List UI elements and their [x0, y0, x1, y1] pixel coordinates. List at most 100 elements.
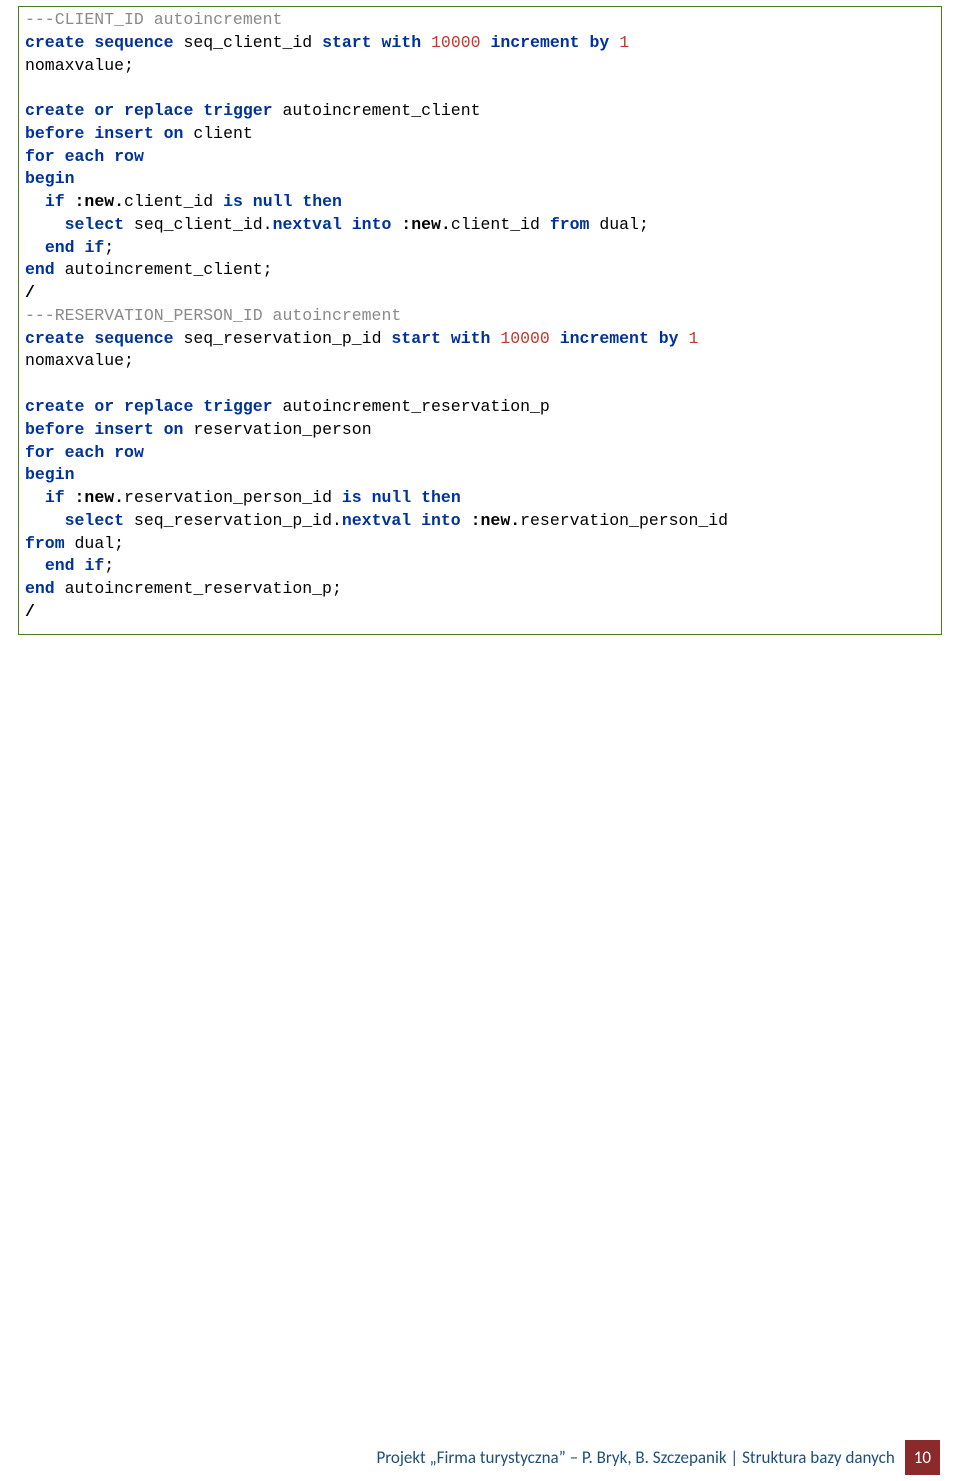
code-line: if :new.reservation_person_id is null th…: [25, 487, 935, 510]
code-token: begin: [25, 465, 75, 484]
code-token: if: [45, 192, 65, 211]
code-token: into: [421, 511, 461, 530]
code-token: [421, 33, 431, 52]
code-line: /: [25, 282, 935, 305]
code-token: [342, 215, 352, 234]
code-token: for: [25, 147, 55, 166]
code-token: null: [372, 488, 412, 507]
code-token: 10000: [500, 329, 550, 348]
footer-text: Projekt „Firma turystyczna” – P. Bryk, B…: [366, 1440, 904, 1475]
code-token: seq_reservation_p_id.: [124, 511, 342, 530]
code-token: /: [25, 602, 35, 621]
code-token: :new.: [471, 511, 521, 530]
code-token: [55, 443, 65, 462]
code-token: create: [25, 33, 84, 52]
code-token: autoincrement_reservation_p;: [55, 579, 342, 598]
code-line: create sequence seq_reservation_p_id sta…: [25, 328, 935, 351]
code-token: end: [45, 556, 75, 575]
code-token: from: [25, 534, 65, 553]
code-token: ---RESERVATION_PERSON_ID autoincrement: [25, 306, 401, 325]
code-token: on: [164, 124, 184, 143]
code-token: by: [659, 329, 679, 348]
code-token: [154, 420, 164, 439]
code-token: :new.: [75, 192, 125, 211]
code-token: sequence: [94, 33, 173, 52]
code-line: end if;: [25, 555, 935, 578]
code-token: [679, 329, 689, 348]
code-token: dual;: [65, 534, 124, 553]
code-token: client_id: [124, 192, 223, 211]
code-line: begin: [25, 464, 935, 487]
code-token: dual;: [589, 215, 648, 234]
code-token: autoincrement_client;: [55, 260, 273, 279]
code-token: [362, 488, 372, 507]
code-token: start: [391, 329, 441, 348]
code-token: insert: [94, 124, 153, 143]
code-line: before insert on reservation_person: [25, 419, 935, 442]
code-token: [391, 215, 401, 234]
code-token: before: [25, 420, 84, 439]
code-line: nomaxvalue;: [25, 350, 935, 373]
code-token: increment: [560, 329, 649, 348]
code-token: if: [84, 556, 104, 575]
code-line: end autoincrement_client;: [25, 259, 935, 282]
code-token: ;: [104, 238, 114, 257]
code-token: [481, 33, 491, 52]
code-token: ---CLIENT_ID autoincrement: [25, 10, 282, 29]
code-token: [104, 443, 114, 462]
code-line: end if;: [25, 237, 935, 260]
code-line: ---CLIENT_ID autoincrement: [25, 9, 935, 32]
code-token: create: [25, 329, 84, 348]
code-token: if: [84, 238, 104, 257]
code-token: [25, 192, 45, 211]
code-token: replace: [124, 397, 193, 416]
code-token: insert: [94, 420, 153, 439]
code-token: [75, 556, 85, 575]
code-token: [84, 124, 94, 143]
code-token: replace: [124, 101, 193, 120]
code-token: [193, 101, 203, 120]
code-line: begin: [25, 168, 935, 191]
code-token: row: [114, 443, 144, 462]
code-token: or: [94, 101, 114, 120]
code-token: [550, 329, 560, 348]
code-token: [84, 420, 94, 439]
page-content: ---CLIENT_ID autoincrement create sequenc…: [0, 0, 960, 635]
code-token: end: [25, 579, 55, 598]
code-token: increment: [490, 33, 579, 52]
code-token: row: [114, 147, 144, 166]
code-token: :new.: [75, 488, 125, 507]
code-token: create: [25, 101, 84, 120]
code-token: [649, 329, 659, 348]
code-token: [292, 192, 302, 211]
code-token: on: [164, 420, 184, 439]
code-token: trigger: [203, 397, 272, 416]
code-token: [411, 511, 421, 530]
code-line: for each row: [25, 442, 935, 465]
code-token: end: [25, 260, 55, 279]
code-token: 1: [689, 329, 699, 348]
code-line: nomaxvalue;: [25, 55, 935, 78]
code-line: for each row: [25, 146, 935, 169]
code-token: 1: [619, 33, 629, 52]
code-token: is: [342, 488, 362, 507]
code-token: null: [253, 192, 293, 211]
code-token: then: [421, 488, 461, 507]
code-line: from dual;: [25, 533, 935, 556]
code-block: ---CLIENT_ID autoincrement create sequenc…: [18, 6, 942, 635]
code-token: start: [322, 33, 372, 52]
code-token: [84, 33, 94, 52]
code-token: seq_client_id.: [124, 215, 273, 234]
code-token: :new.: [401, 215, 451, 234]
code-token: [461, 511, 471, 530]
code-token: [25, 238, 45, 257]
code-token: nextval: [342, 511, 411, 530]
code-token: reservation_person_id: [520, 511, 728, 530]
code-token: sequence: [94, 329, 173, 348]
code-token: ;: [104, 556, 114, 575]
code-token: [65, 488, 75, 507]
code-token: client_id: [451, 215, 550, 234]
code-line: if :new.client_id is null then: [25, 191, 935, 214]
code-token: by: [589, 33, 609, 52]
code-token: 10000: [431, 33, 481, 52]
